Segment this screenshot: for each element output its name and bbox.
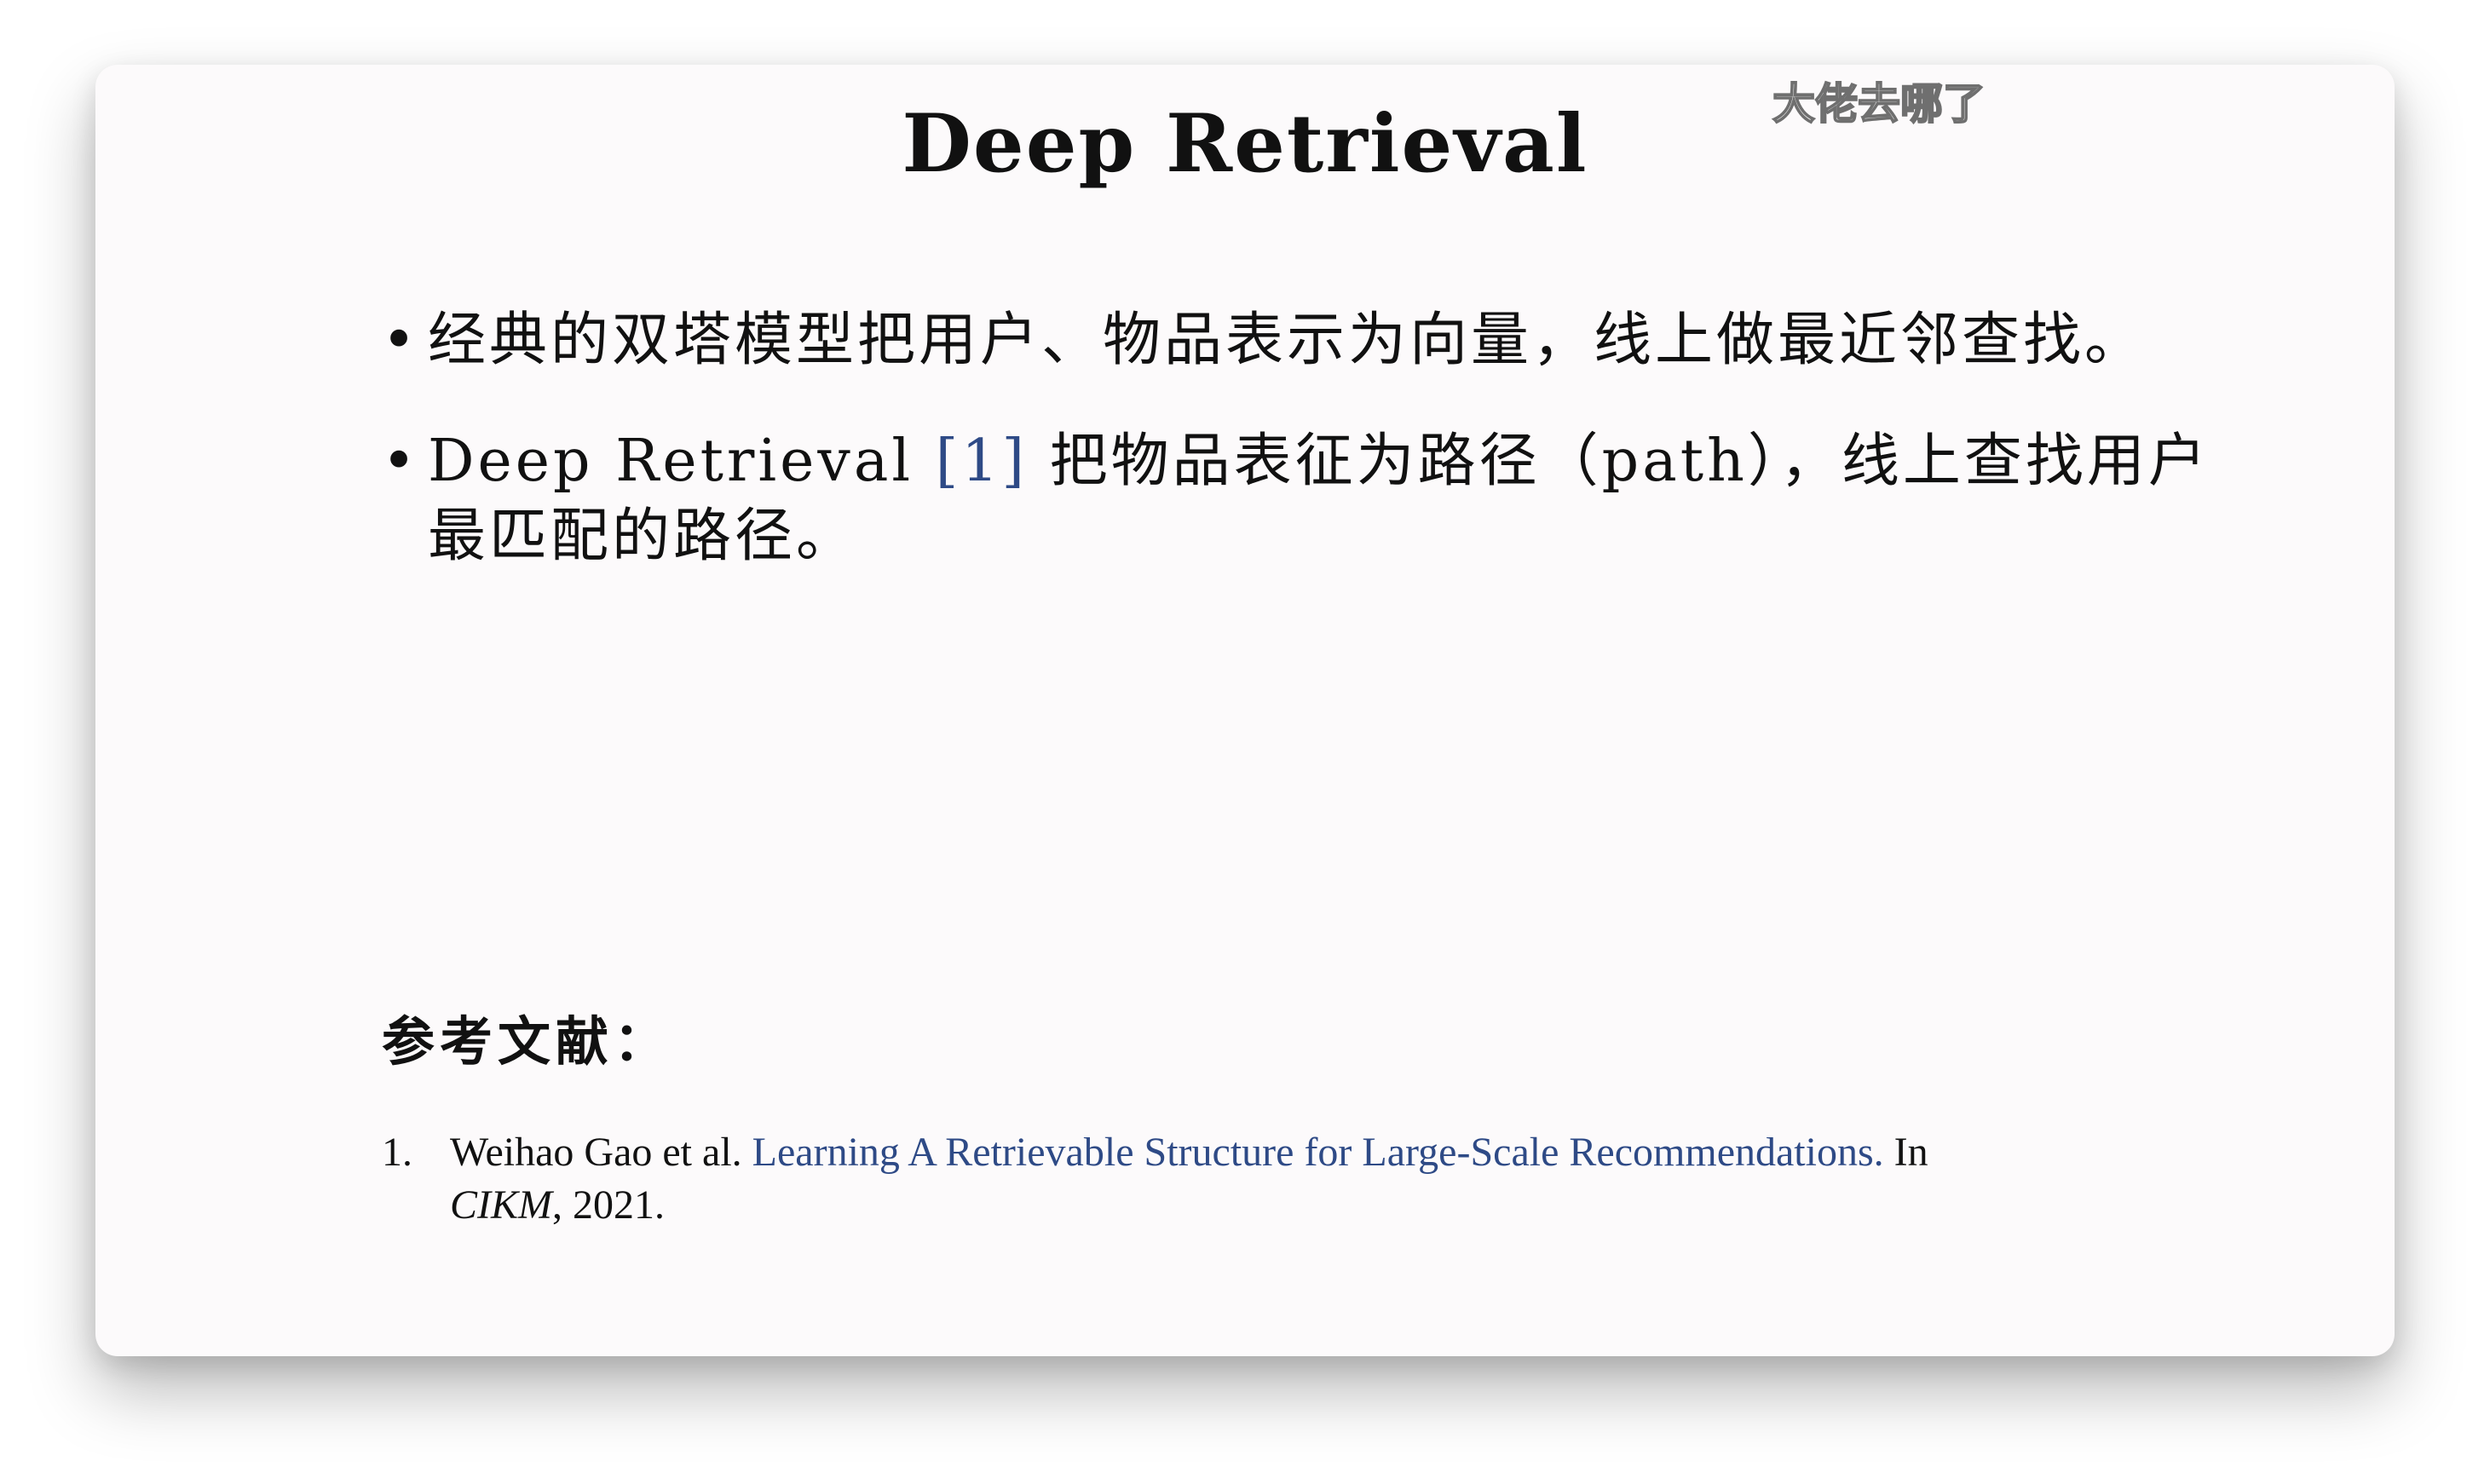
reference-item: 1. Weihao Gao et al. Learning A Retrieva… bbox=[382, 1126, 2214, 1232]
bullet-item: • 经典的双塔模型把用户、物品表示为向量，线上做最近邻查找。 bbox=[382, 303, 2222, 378]
reference-number: 1. bbox=[382, 1130, 412, 1175]
reference-year: , 2021. bbox=[552, 1182, 665, 1228]
bullet-marker: • bbox=[382, 428, 420, 495]
bullet-marker: • bbox=[382, 307, 420, 374]
reference-authors: Weihao Gao et al. bbox=[450, 1130, 752, 1175]
references-heading: 参考文献： bbox=[382, 1010, 672, 1073]
citation-link[interactable]: [1] bbox=[936, 428, 1028, 495]
slide: 大佬去哪了 Deep Retrieval • 经典的双塔模型把用户、物品表示为向… bbox=[95, 65, 2395, 1356]
reference-venue: CIKM bbox=[450, 1182, 552, 1228]
screen: 大佬去哪了 Deep Retrieval • 经典的双塔模型把用户、物品表示为向… bbox=[0, 0, 2490, 1484]
reference-title-link[interactable]: Learning A Retrievable Structure for Lar… bbox=[752, 1130, 1884, 1175]
bullet-item: • Deep Retrieval [1] 把物品表征为路径（path），线上查找… bbox=[382, 424, 2222, 574]
bullet-list: • 经典的双塔模型把用户、物品表示为向量，线上做最近邻查找。 • Deep Re… bbox=[382, 303, 2222, 620]
reference-in: In bbox=[1883, 1130, 1928, 1175]
bullet-text: 经典的双塔模型把用户、物品表示为向量，线上做最近邻查找。 bbox=[428, 307, 2147, 374]
bullet-text-before-citation: Deep Retrieval bbox=[428, 428, 936, 495]
references-list: 1. Weihao Gao et al. Learning A Retrieva… bbox=[382, 1126, 2214, 1232]
slide-title: Deep Retrieval bbox=[902, 97, 1588, 191]
